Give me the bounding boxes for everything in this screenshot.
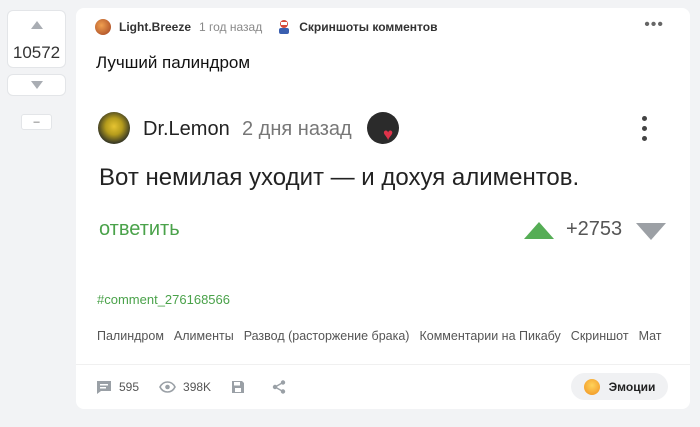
screenshot-score: +2753 xyxy=(566,218,623,240)
screenshot-text: Вот немилая уходит — и дохуя алиментов. xyxy=(99,164,580,191)
community-name[interactable]: Скриншоты комментов xyxy=(299,20,437,34)
screenshot-downvote-icon xyxy=(636,223,666,240)
author-name[interactable]: Light.Breeze xyxy=(119,20,191,34)
screenshot-time: 2 дня назад xyxy=(242,118,352,140)
views-count: 398K xyxy=(183,380,212,394)
emoji-icon xyxy=(583,378,600,395)
comment-icon xyxy=(97,380,111,394)
views-indicator: 398K xyxy=(159,380,211,394)
heart-icon: ♥ xyxy=(383,125,394,144)
save-icon xyxy=(232,381,245,393)
tag-list: Палиндром Алименты Развод (расторжение б… xyxy=(97,329,662,343)
arrow-down-icon xyxy=(30,81,43,89)
share-icon xyxy=(272,380,286,394)
collapse-button[interactable]: – xyxy=(21,114,52,130)
tag[interactable]: Палиндром xyxy=(97,329,164,343)
post-title[interactable]: Лучший палиндром xyxy=(96,53,250,73)
rating-column: 10572 – xyxy=(7,10,66,130)
save-button[interactable] xyxy=(231,380,252,394)
share-button[interactable] xyxy=(272,380,293,394)
tag[interactable]: Мат xyxy=(639,329,662,343)
tag[interactable]: Алименты xyxy=(174,329,234,343)
downvote-button[interactable] xyxy=(7,74,66,96)
comments-button[interactable]: 595 xyxy=(96,380,139,395)
screenshot-author: Dr.Lemon xyxy=(143,118,230,140)
upvote-button[interactable] xyxy=(7,10,66,38)
tag[interactable]: Развод (расторжение брака) xyxy=(244,329,410,343)
screenshot-avatar xyxy=(98,112,130,144)
post-footer: 595 398K xyxy=(96,378,313,396)
emotions-button[interactable]: Эмоции xyxy=(571,373,668,400)
comment-hash-link[interactable]: #comment_276168566 xyxy=(97,292,230,307)
eye-icon xyxy=(159,381,176,393)
post-card: Light.Breeze 1 год назад Скриншоты комме… xyxy=(76,8,690,409)
tag[interactable]: Скриншот xyxy=(571,329,629,343)
tag[interactable]: Комментарии на Пикабу xyxy=(419,329,560,343)
emotions-label: Эмоции xyxy=(608,379,656,394)
post-time[interactable]: 1 год назад xyxy=(199,20,262,34)
author-avatar[interactable] xyxy=(95,19,111,35)
community-icon[interactable] xyxy=(276,19,292,35)
screenshot-upvote-icon xyxy=(524,222,554,239)
comments-count: 595 xyxy=(119,380,140,394)
comment-screenshot: Dr.Lemon 2 дня назад ♥ Вот немилая уходи… xyxy=(96,108,676,258)
post-header: Light.Breeze 1 год назад Скриншоты комме… xyxy=(95,18,437,36)
arrow-up-icon xyxy=(30,20,43,29)
post-rating: 10572 xyxy=(7,38,66,68)
dots-horizontal-icon[interactable]: ••• xyxy=(644,17,664,33)
dots-vertical-icon xyxy=(642,116,648,146)
divider xyxy=(76,364,690,365)
screenshot-reply-label: ответить xyxy=(99,218,180,240)
